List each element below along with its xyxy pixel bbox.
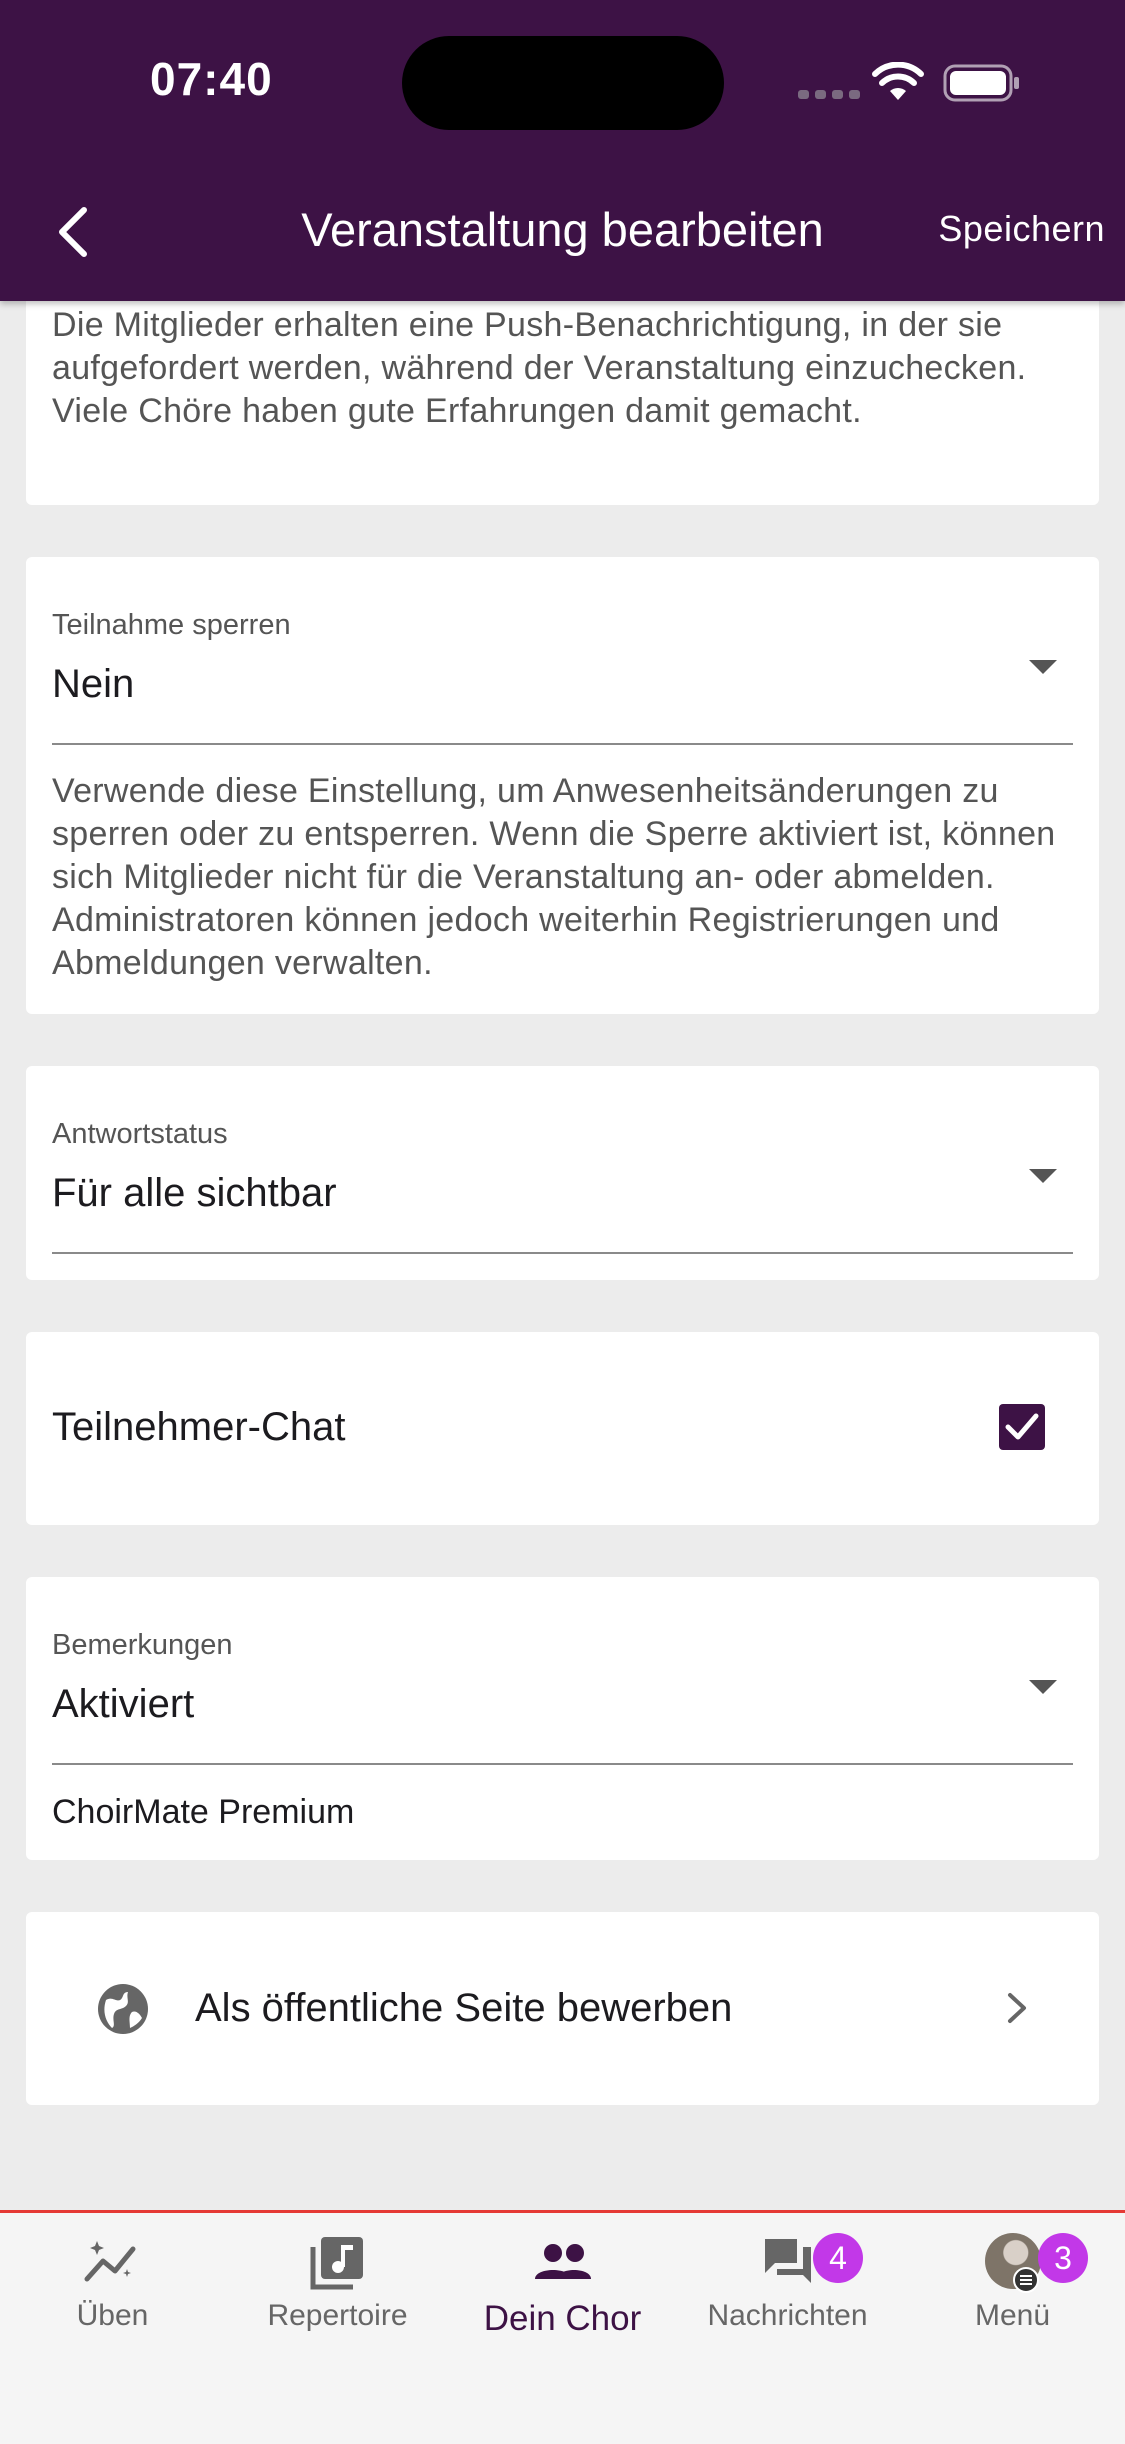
dropdown-arrow-icon — [1029, 660, 1057, 674]
checkin-help-text: Die Mitglieder erhalten eine Push-Benach… — [52, 306, 1027, 430]
avatar-icon — [983, 2233, 1043, 2293]
nav-item-choir[interactable]: Dein Chor — [450, 2233, 675, 2339]
participant-chat-label: Teilnehmer-Chat — [52, 1405, 346, 1449]
response-status-label: Antwortstatus — [52, 1118, 228, 1150]
group-icon — [534, 2244, 591, 2279]
remarks-value: Aktiviert — [52, 1682, 195, 1726]
lock-participation-help: Verwende diese Einstellung, um Anwesenhe… — [52, 772, 1056, 982]
globe-icon — [98, 1984, 148, 2034]
field-underline — [52, 1763, 1073, 1765]
nav-item-practice[interactable]: Üben — [0, 2233, 225, 2333]
remarks-label: Bemerkungen — [52, 1629, 233, 1661]
chat-icon — [764, 2239, 811, 2283]
nav-label-practice: Üben — [76, 2299, 149, 2332]
remarks-card: Bemerkungen Aktiviert ChoirMate Premium — [26, 1577, 1099, 1860]
messages-badge: 4 — [813, 2233, 863, 2283]
promote-public-page-row[interactable]: Als öffentliche Seite bewerben — [26, 1912, 1099, 2105]
dropdown-arrow-icon — [1029, 1169, 1057, 1183]
remarks-dropdown[interactable]: Bemerkungen Aktiviert — [26, 1577, 1099, 1767]
participant-chat-card[interactable]: Teilnehmer-Chat — [26, 1332, 1099, 1525]
nav-item-messages[interactable]: 4 Nachrichten — [675, 2233, 900, 2333]
field-underline — [52, 743, 1073, 745]
save-button[interactable]: Speichern — [938, 208, 1105, 250]
menu-badge: 3 — [1038, 2233, 1088, 2283]
lock-participation-card: Teilnahme sperren Nein Verwende diese Ei… — [26, 557, 1099, 1014]
dropdown-arrow-icon — [1029, 1680, 1057, 1694]
nav-item-repertoire[interactable]: Repertoire — [225, 2233, 450, 2333]
field-underline — [52, 1252, 1073, 1254]
lock-participation-value: Nein — [52, 662, 135, 706]
nav-label-repertoire: Repertoire — [267, 2299, 408, 2332]
checkmark-icon — [1005, 1413, 1039, 1440]
promote-public-page-label: Als öffentliche Seite bewerben — [195, 1986, 733, 2030]
app-header: 07:40 Veranstaltung bearbeiten Speichern — [0, 0, 1125, 301]
response-status-card: Antwortstatus Für alle sichtbar — [26, 1066, 1099, 1280]
dynamic-island — [402, 36, 724, 130]
chevron-right-icon — [1008, 1993, 1026, 2023]
wifi-icon — [872, 62, 924, 100]
practice-icon — [84, 2241, 135, 2282]
menu-icon — [1012, 2267, 1039, 2293]
response-status-dropdown[interactable]: Antwortstatus Für alle sichtbar — [26, 1066, 1099, 1256]
music-note-icon — [310, 2237, 363, 2290]
lock-participation-dropdown[interactable]: Teilnahme sperren Nein — [26, 557, 1099, 747]
signal-icon — [798, 90, 860, 99]
battery-icon — [943, 64, 1019, 102]
lock-participation-label: Teilnahme sperren — [52, 609, 291, 641]
participant-chat-checkbox[interactable] — [999, 1404, 1045, 1450]
nav-label-messages: Nachrichten — [707, 2299, 868, 2332]
status-time: 07:40 — [150, 53, 273, 105]
nav-label-menu: Menü — [974, 2299, 1051, 2332]
premium-note: ChoirMate Premium — [52, 1793, 355, 1831]
nav-label-choir: Dein Chor — [483, 2299, 642, 2338]
bottom-navigation: Üben Repertoire Dein Chor 4 Nachrichten — [0, 2210, 1125, 2444]
response-status-value: Für alle sichtbar — [52, 1171, 337, 1215]
nav-item-menu[interactable]: 3 Menü — [900, 2233, 1125, 2333]
